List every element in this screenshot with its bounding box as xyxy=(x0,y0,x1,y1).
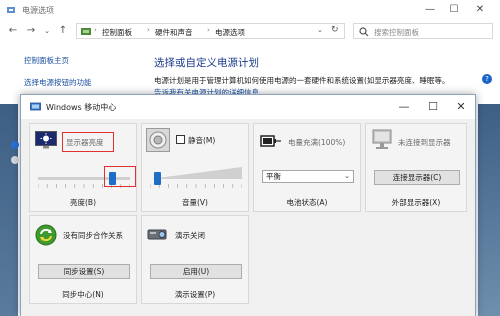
side-tool-icon xyxy=(11,141,19,149)
mobility-center-window: Windows 移动中心 — ☐ ✕ 显示器亮度 亮度(B) 静音(M) 音量(… xyxy=(20,94,476,316)
minimize-button[interactable]: — xyxy=(392,99,416,115)
display-status-label: 未连接到显示器 xyxy=(398,138,451,147)
back-button[interactable]: ← xyxy=(6,24,20,38)
close-button[interactable]: ✕ xyxy=(449,99,473,115)
breadcrumb-separator: › xyxy=(147,26,150,34)
volume-slider-thumb[interactable] xyxy=(154,172,162,185)
mobility-center-icon xyxy=(30,102,41,111)
window-title: 电源选项 xyxy=(22,6,54,15)
speaker-icon xyxy=(146,128,170,152)
mute-label: 静音(M) xyxy=(188,136,216,145)
search-icon xyxy=(359,27,369,37)
address-bar[interactable]: › 控制面板 › 硬件和声音 › 电源选项 ⌄ ↻ xyxy=(76,23,345,39)
breadcrumb-separator: › xyxy=(207,26,210,34)
connect-display-button[interactable]: 连接显示器(C) xyxy=(374,170,460,185)
power-plan-value: 平衡 xyxy=(266,172,281,181)
external-display-tile: 未连接到显示器 连接显示器(C) 外部显示器(X) xyxy=(365,123,467,212)
desktop-background xyxy=(478,104,500,316)
sync-center-tile: 没有同步合作关系 同步设置(S) 同步中心(N) xyxy=(29,215,137,304)
forward-button[interactable]: → xyxy=(24,24,38,38)
brightness-slider-thumb[interactable] xyxy=(108,172,116,185)
page-heading: 选择或自定义电源计划 xyxy=(154,57,259,69)
maximize-button[interactable]: ☐ xyxy=(440,2,468,18)
help-icon[interactable]: ? xyxy=(482,74,492,84)
brightness-label: 显示器亮度 xyxy=(66,138,104,147)
presentation-tile: 演示关闭 启用(U) 演示设置(P) xyxy=(141,215,249,304)
battery-caption: 电池状态(A) xyxy=(286,198,328,207)
control-panel-home-link[interactable]: 控制面板主页 xyxy=(24,55,69,66)
recent-dropdown-button[interactable]: ⌄ xyxy=(40,24,54,38)
volume-slider-track[interactable] xyxy=(150,166,242,182)
volume-tile: 静音(M) 音量(V) xyxy=(141,123,249,212)
side-tool-icon xyxy=(11,156,19,164)
mobility-center-body: 显示器亮度 亮度(B) 静音(M) 音量(V) 电量充满(100%) 平衡 ⌄ … xyxy=(21,119,475,316)
projector-icon xyxy=(147,229,167,240)
breadcrumb-item[interactable]: 控制面板 xyxy=(102,27,132,38)
volume-caption: 音量(V) xyxy=(182,198,208,207)
battery-tile: 电量充满(100%) 平衡 ⌄ 电池状态(A) xyxy=(253,123,361,212)
breadcrumb-item[interactable]: 硬件和声音 xyxy=(155,27,193,38)
sync-center-caption: 同步中心(N) xyxy=(62,290,104,299)
sync-status-label: 没有同步合作关系 xyxy=(63,231,123,240)
breadcrumb-item[interactable]: 电源选项 xyxy=(215,27,245,38)
presentation-caption: 演示设置(P) xyxy=(174,290,216,299)
up-button[interactable]: ↑ xyxy=(56,24,70,38)
monitor-icon xyxy=(372,129,392,149)
sync-settings-button[interactable]: 同步设置(S) xyxy=(38,264,130,279)
mobility-center-title: Windows 移动中心 xyxy=(46,103,117,112)
breadcrumb-separator: › xyxy=(94,26,97,34)
power-button-function-link[interactable]: 选择电源按钮的功能 xyxy=(24,77,92,88)
sync-icon xyxy=(35,224,57,246)
chevron-down-icon: ⌄ xyxy=(344,172,350,180)
maximize-button[interactable]: ☐ xyxy=(421,99,445,115)
desktop-background xyxy=(0,104,18,316)
power-plan-select[interactable]: 平衡 ⌄ xyxy=(262,170,354,183)
search-placeholder: 搜索控制面板 xyxy=(374,28,419,37)
presentation-status-label: 演示关闭 xyxy=(175,231,205,240)
power-options-icon xyxy=(7,7,15,13)
address-bar-row: ← → ⌄ ↑ › 控制面板 › 硬件和声音 › 电源选项 ⌄ ↻ 搜索控制面板 xyxy=(0,20,500,42)
page-description: 电源计划是用于管理计算机如何使用电源的一套硬件和系统设置(如显示器亮度、睡眠等。 xyxy=(154,76,450,85)
mobility-center-titlebar: Windows 移动中心 — ☐ ✕ xyxy=(21,95,475,119)
refresh-button[interactable]: ↻ xyxy=(331,25,339,35)
control-panel-icon xyxy=(81,28,91,35)
power-options-titlebar: 电源选项 — ☐ ✕ xyxy=(0,0,500,20)
search-input[interactable]: 搜索控制面板 xyxy=(353,23,493,39)
brightness-tile: 显示器亮度 亮度(B) xyxy=(29,123,137,212)
brightness-caption: 亮度(B) xyxy=(70,198,96,207)
battery-status-label: 电量充满(100%) xyxy=(288,138,346,147)
address-dropdown-icon[interactable]: ⌄ xyxy=(317,26,323,34)
external-display-caption: 外部显示器(X) xyxy=(391,198,441,207)
volume-slider-ticks xyxy=(150,184,242,188)
mute-checkbox[interactable] xyxy=(176,135,185,144)
enable-presentation-button[interactable]: 启用(U) xyxy=(150,264,242,279)
close-button[interactable]: ✕ xyxy=(466,2,494,18)
battery-plug-icon xyxy=(260,135,281,147)
display-brightness-icon xyxy=(35,131,57,149)
